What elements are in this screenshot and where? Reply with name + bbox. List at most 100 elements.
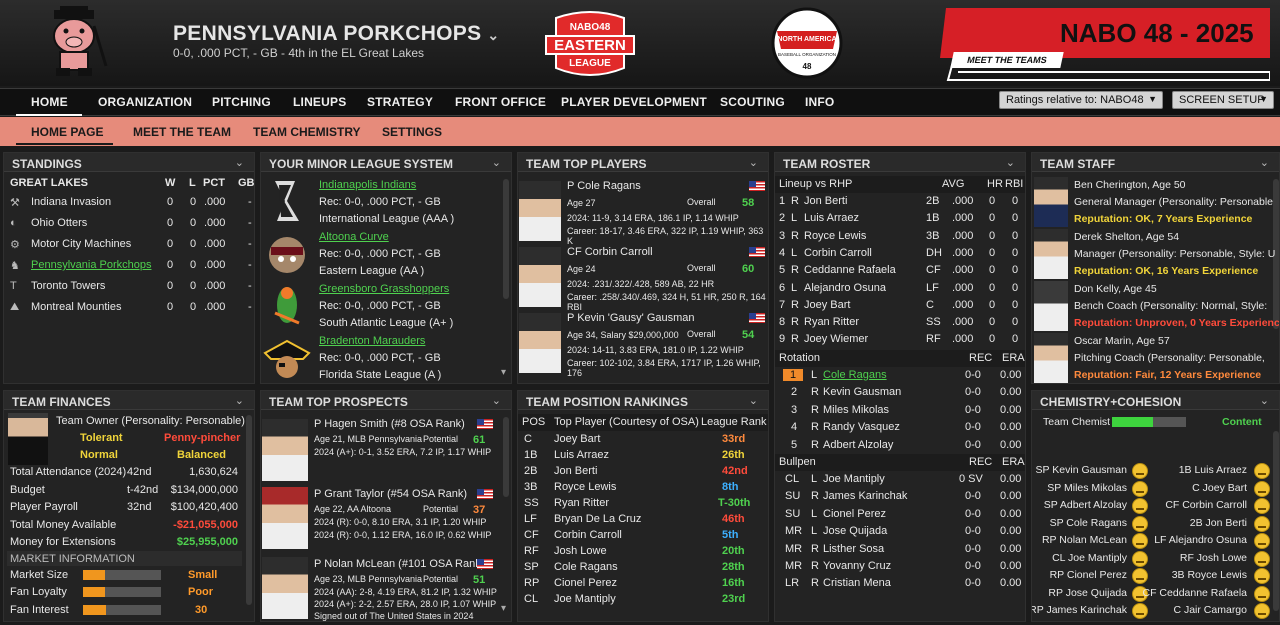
- lineup-row[interactable]: 1 R Jon Berti 2B .000 0 0: [775, 193, 1025, 210]
- meet-the-teams-button[interactable]: MEET THE TEAMS: [950, 52, 1064, 68]
- nav-pitching[interactable]: PITCHING: [212, 95, 271, 109]
- standings-row[interactable]: ⛰ Montreal Mounties 0 0 .000 -: [4, 299, 254, 316]
- rotation-row[interactable]: 1 L Cole Ragans 0-0 0.00: [775, 367, 1025, 384]
- player-name[interactable]: CF Corbin Carroll: [567, 246, 653, 258]
- chevron-down-icon[interactable]: ⌄: [1006, 156, 1015, 169]
- bullpen-row[interactable]: LR R Cristian Mena 0-0 0.00: [775, 575, 1025, 592]
- prospect-name[interactable]: P Nolan McLean (#101 OSA Rank): [314, 558, 484, 570]
- chemistry-pair-left[interactable]: RP James Karinchak: [1032, 604, 1127, 616]
- ranking-row[interactable]: 3B Royce Lewis 8th: [518, 479, 768, 496]
- rotation-row[interactable]: 4 R Randy Vasquez 0-0 0.00: [775, 419, 1025, 436]
- staff-name[interactable]: Ben Cherington, Age 50: [1074, 179, 1186, 191]
- lineup-row[interactable]: 5 R Ceddanne Rafaela CF .000 0 0: [775, 262, 1025, 279]
- chemistry-pair-right[interactable]: LF Alejandro Osuna: [1154, 534, 1247, 546]
- chevron-down-icon[interactable]: ⌄: [492, 156, 501, 169]
- chevron-down-icon[interactable]: ⌄: [235, 156, 244, 169]
- bullpen-row[interactable]: MR L Jose Quijada 0-0 0.00: [775, 523, 1025, 540]
- chemistry-pair-right[interactable]: CF Ceddanne Rafaela: [1143, 587, 1247, 599]
- ranking-player[interactable]: Bryan De La Cruz: [554, 513, 641, 525]
- subnav-meet-the-team[interactable]: MEET THE TEAM: [133, 125, 231, 139]
- ranking-row[interactable]: RF Josh Lowe 20th: [518, 543, 768, 560]
- chemistry-pair-left[interactable]: RP Cionel Perez: [1050, 569, 1127, 581]
- minor-team-name[interactable]: Indianapolis Indians: [319, 179, 416, 191]
- chemistry-pair-right[interactable]: 1B Luis Arraez: [1179, 464, 1247, 476]
- player-name[interactable]: Jon Berti: [804, 195, 847, 207]
- pitcher-name[interactable]: Jose Quijada: [823, 525, 887, 537]
- subnav-team-chemistry[interactable]: TEAM CHEMISTRY: [253, 125, 361, 139]
- minor-team-name[interactable]: Altoona Curve: [319, 231, 389, 243]
- chevron-down-icon[interactable]: ⌄: [235, 394, 244, 407]
- chemistry-pair-right[interactable]: C Jair Camargo: [1173, 604, 1247, 616]
- bullpen-row[interactable]: SU L Cionel Perez 0-0 0.00: [775, 506, 1025, 523]
- nav-lineups[interactable]: LINEUPS: [293, 95, 346, 109]
- player-name[interactable]: P Cole Ragans: [567, 180, 641, 192]
- nav-player-development[interactable]: PLAYER DEVELOPMENT: [561, 95, 707, 109]
- scrollbar[interactable]: [1273, 431, 1279, 611]
- chemistry-pair-right[interactable]: 2B Jon Berti: [1190, 517, 1247, 529]
- scroll-down-icon[interactable]: ▾: [501, 603, 506, 614]
- pitcher-name[interactable]: Cole Ragans: [823, 369, 887, 381]
- pitcher-name[interactable]: Yovanny Cruz: [823, 560, 891, 572]
- chemistry-pair-left[interactable]: SP Kevin Gausman: [1036, 464, 1127, 476]
- pitcher-name[interactable]: Kevin Gausman: [823, 386, 901, 398]
- nav-home[interactable]: HOME: [31, 95, 68, 109]
- pitcher-name[interactable]: Randy Vasquez: [823, 421, 900, 433]
- chemistry-pair-left[interactable]: CL Joe Mantiply: [1052, 552, 1127, 564]
- standings-row[interactable]: ♞ Pennsylvania Porkchops 0 0 .000 -: [4, 257, 254, 274]
- player-name[interactable]: P Kevin 'Gausy' Gausman: [567, 312, 695, 324]
- chevron-down-icon[interactable]: ⌄: [1260, 156, 1269, 169]
- team-logo[interactable]: [36, 6, 112, 80]
- ranking-player[interactable]: Josh Lowe: [554, 545, 607, 557]
- nav-info[interactable]: INFO: [805, 95, 834, 109]
- team-name-dropdown[interactable]: PENNSYLVANIA PORKCHOPS ⌄: [173, 22, 499, 46]
- chemistry-pair-left[interactable]: RP Nolan McLean: [1042, 534, 1127, 546]
- player-name[interactable]: Ryan Ritter: [804, 316, 859, 328]
- chemistry-pair-left[interactable]: RP Jose Quijada: [1048, 587, 1127, 599]
- player-name[interactable]: Luis Arraez: [804, 212, 859, 224]
- bullpen-row[interactable]: MR R Listher Sosa 0-0 0.00: [775, 541, 1025, 558]
- lineup-row[interactable]: 6 L Alejandro Osuna LF .000 0 0: [775, 280, 1025, 297]
- rotation-row[interactable]: 2 R Kevin Gausman 0-0 0.00: [775, 384, 1025, 401]
- chemistry-pair-left[interactable]: SP Miles Mikolas: [1047, 482, 1127, 494]
- chemistry-pair-right[interactable]: 3B Royce Lewis: [1172, 569, 1247, 581]
- ranking-row[interactable]: CF Corbin Carroll 5th: [518, 527, 768, 544]
- player-name[interactable]: Joey Wiemer: [804, 333, 868, 345]
- standings-row[interactable]: T Toronto Towers 0 0 .000 -: [4, 278, 254, 295]
- standings-row[interactable]: ⚒ Indiana Invasion 0 0 .000 -: [4, 194, 254, 211]
- rotation-row[interactable]: 3 R Miles Mikolas 0-0 0.00: [775, 402, 1025, 419]
- ranking-player[interactable]: Corbin Carroll: [554, 529, 622, 541]
- ranking-row[interactable]: SP Cole Ragans 28th: [518, 559, 768, 576]
- scrollbar[interactable]: [503, 417, 509, 497]
- rotation-row[interactable]: 5 R Adbert Alzolay 0-0 0.00: [775, 437, 1025, 454]
- ranking-row[interactable]: CL Joe Mantiply 23rd: [518, 591, 768, 608]
- ranking-player[interactable]: Joey Bart: [554, 433, 600, 445]
- player-name[interactable]: Joey Bart: [804, 299, 850, 311]
- subnav-settings[interactable]: SETTINGS: [382, 125, 442, 139]
- pitcher-name[interactable]: Listher Sosa: [823, 543, 884, 555]
- nav-front-office[interactable]: FRONT OFFICE: [455, 95, 546, 109]
- ranking-player[interactable]: Joe Mantiply: [554, 593, 616, 605]
- lineup-row[interactable]: 8 R Ryan Ritter SS .000 0 0: [775, 314, 1025, 331]
- ranking-player[interactable]: Royce Lewis: [554, 481, 616, 493]
- pitcher-name[interactable]: Cristian Mena: [823, 577, 891, 589]
- standings-row[interactable]: ◐ Ohio Otters 0 0 .000 -: [4, 215, 254, 232]
- pitcher-name[interactable]: Cionel Perez: [823, 508, 886, 520]
- minor-team-name[interactable]: Greensboro Grasshoppers: [319, 283, 449, 295]
- staff-name[interactable]: Don Kelly, Age 45: [1074, 283, 1157, 295]
- ranking-row[interactable]: LF Bryan De La Cruz 46th: [518, 511, 768, 528]
- scrollbar[interactable]: [503, 179, 509, 299]
- chevron-down-icon[interactable]: ⌄: [1260, 394, 1269, 407]
- lineup-row[interactable]: 9 R Joey Wiemer RF .000 0 0: [775, 331, 1025, 348]
- player-name[interactable]: Alejandro Osuna: [804, 282, 886, 294]
- chevron-down-icon[interactable]: ⌄: [492, 394, 501, 407]
- lineup-row[interactable]: 4 L Corbin Carroll DH .000 0 0: [775, 245, 1025, 262]
- chemistry-pair-right[interactable]: C Joey Bart: [1192, 482, 1247, 494]
- chemistry-pair-left[interactable]: SP Cole Ragans: [1050, 517, 1127, 529]
- ranking-player[interactable]: Cionel Perez: [554, 577, 617, 589]
- staff-name[interactable]: Derek Shelton, Age 54: [1074, 231, 1179, 243]
- screen-setup-select[interactable]: SCREEN SETUP ▼: [1172, 91, 1274, 109]
- player-name[interactable]: Royce Lewis: [804, 230, 866, 242]
- nav-scouting[interactable]: SCOUTING: [720, 95, 785, 109]
- bullpen-row[interactable]: CL L Joe Mantiply 0 SV 0.00: [775, 471, 1025, 488]
- bullpen-row[interactable]: MR R Yovanny Cruz 0-0 0.00: [775, 558, 1025, 575]
